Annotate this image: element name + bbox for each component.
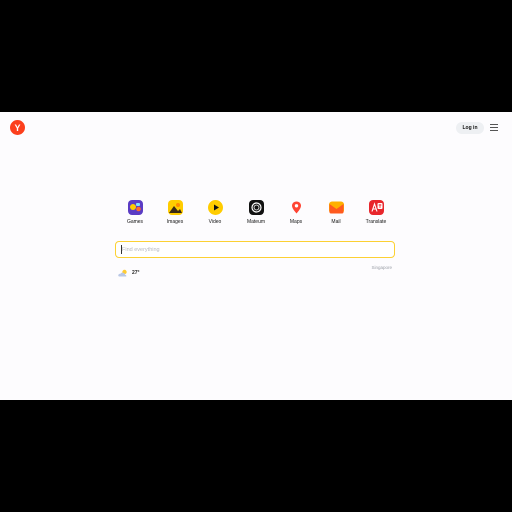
images-icon [167, 200, 183, 215]
service-label: Images [166, 219, 184, 225]
service-maps[interactable]: Maps [276, 200, 316, 225]
games-icon [127, 200, 143, 215]
search-input[interactable] [122, 245, 382, 254]
translate-icon [368, 200, 384, 215]
service-games[interactable]: Games [115, 200, 155, 225]
search-box[interactable] [115, 241, 395, 258]
mail-icon [328, 200, 344, 215]
login-button[interactable]: Log in [456, 122, 484, 134]
service-label: Maps [289, 219, 303, 225]
service-video[interactable]: Video [195, 200, 235, 225]
logo-letter: Y [14, 122, 21, 133]
service-label: Mail [331, 219, 341, 225]
maps-icon [289, 200, 304, 215]
cloud-sun-icon [118, 264, 129, 282]
service-label: Mateum [246, 219, 266, 225]
service-label: Games [126, 219, 144, 225]
yandex-logo[interactable]: Y [10, 120, 25, 135]
service-mateum[interactable]: Mateum [236, 200, 276, 225]
service-translate[interactable]: Translate [356, 200, 396, 225]
location-city[interactable]: Singapore [352, 265, 392, 270]
weather-widget[interactable]: 27° [118, 264, 140, 282]
hamburger-menu-icon[interactable] [490, 124, 500, 132]
service-mail[interactable]: Mail [316, 200, 356, 225]
video-icon [207, 200, 223, 215]
service-images[interactable]: Images [155, 200, 195, 225]
weather-temperature: 27° [132, 270, 140, 276]
mateum-icon [248, 200, 264, 215]
service-label: Video [208, 219, 222, 225]
service-label: Translate [365, 219, 387, 225]
